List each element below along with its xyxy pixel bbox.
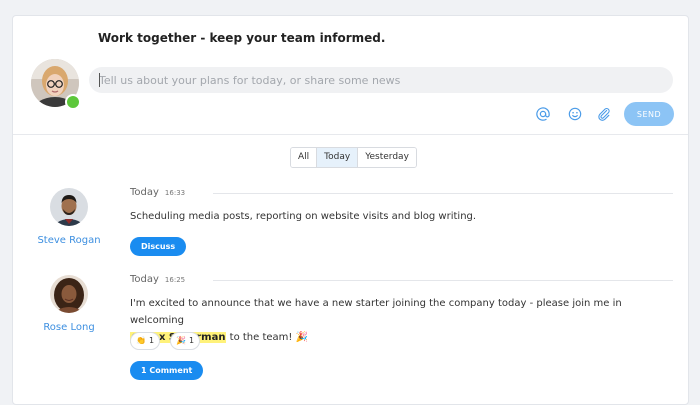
online-status-indicator xyxy=(65,94,81,110)
post-composer: Work together - keep your team informed. xyxy=(13,16,688,135)
author-name[interactable]: Rose Long xyxy=(14,322,124,333)
reaction-chip[interactable]: 👏 1 xyxy=(130,332,161,350)
post-divider xyxy=(213,193,673,194)
post-meta: Today 16:25 xyxy=(130,274,185,285)
filter-today[interactable]: Today xyxy=(317,148,359,167)
post-meta: Today 16:33 xyxy=(130,187,185,198)
post-divider xyxy=(213,280,673,281)
post-text-intro: I'm excited to announce that we have a n… xyxy=(130,298,622,326)
post-time: 16:25 xyxy=(164,276,186,284)
activity-feed-card: Work together - keep your team informed. xyxy=(12,15,689,405)
text-cursor xyxy=(99,73,100,87)
filter-yesterday[interactable]: Yesterday xyxy=(358,148,416,167)
discuss-button[interactable]: Discuss xyxy=(130,237,187,256)
author-avatar[interactable] xyxy=(50,275,88,313)
reaction-count: 1 xyxy=(148,336,155,345)
filter-all[interactable]: All xyxy=(291,148,318,167)
comments-button[interactable]: 1 Comment xyxy=(130,361,204,380)
attachment-icon[interactable] xyxy=(595,105,613,123)
post-day: Today xyxy=(130,187,159,198)
send-button[interactable]: SEND xyxy=(624,102,674,126)
composer-headline: Work together - keep your team informed. xyxy=(98,31,386,45)
reaction-count: 1 xyxy=(188,336,195,345)
post-input[interactable] xyxy=(89,67,673,93)
reaction-chip[interactable]: 🎉 1 xyxy=(170,332,201,350)
author-avatar[interactable] xyxy=(50,188,88,226)
post-text: Scheduling media posts, reporting on web… xyxy=(130,211,477,222)
author-name[interactable]: Steve Rogan xyxy=(14,235,124,246)
party-popper-emoji: 🎉 xyxy=(176,336,186,345)
post-day: Today xyxy=(130,274,159,285)
reaction-bar: 👏 1 🎉 1 xyxy=(130,332,330,350)
emoji-icon[interactable] xyxy=(566,105,584,123)
clap-emoji: 👏 xyxy=(136,336,146,345)
mention-icon[interactable] xyxy=(534,105,552,123)
date-filter: All Today Yesterday xyxy=(290,147,417,168)
post-time: 16:33 xyxy=(164,189,186,197)
